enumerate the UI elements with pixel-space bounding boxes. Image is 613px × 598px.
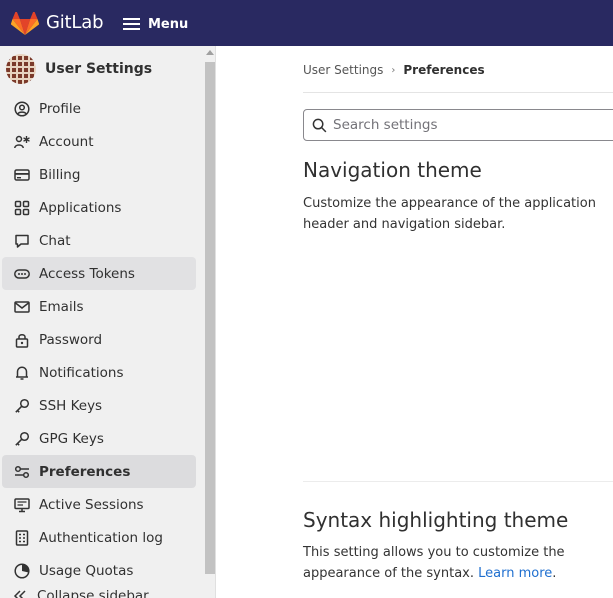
monitor-icon [14,497,30,513]
sidebar-item-gpg-keys[interactable]: GPG Keys [2,422,196,455]
sidebar-item-label: Chat [39,232,71,249]
sidebar-scrollbar[interactable] [203,46,215,578]
sidebar-item-label: Notifications [39,364,124,381]
breadcrumb-preferences[interactable]: Preferences [403,63,484,77]
sidebar-item-applications[interactable]: Applications [2,191,196,224]
sidebar-item-access-tokens[interactable]: Access Tokens [2,257,196,290]
sidebar-item-label: Emails [39,298,84,315]
sidebar-item-label: Preferences [39,463,131,480]
sidebar-item-authentication-log[interactable]: Authentication log [2,521,196,554]
sidebar-title: User Settings [45,61,153,77]
preferences-icon [14,464,30,480]
sidebar-item-label: GPG Keys [39,430,104,447]
sidebar-item-emails[interactable]: Emails [2,290,196,323]
lock-icon [14,332,30,348]
sidebar-item-password[interactable]: Password [2,323,196,356]
chevron-right-icon: › [391,64,396,76]
menu-button[interactable]: Menu [123,13,188,35]
sidebar-item-notifications[interactable]: Notifications [2,356,196,389]
avatar [6,54,36,84]
learn-more-link[interactable]: Learn more [478,566,552,581]
sidebar-item-label: Active Sessions [39,496,144,513]
divider [303,481,613,482]
hamburger-icon [123,18,140,30]
navigation-theme-description: Customize the appearance of the applicat… [303,196,596,232]
sidebar-item-label: Access Tokens [39,265,135,282]
syntax-theme-description: This setting allows you to customize the… [303,542,573,584]
key-icon [14,398,30,414]
sidebar-item-profile[interactable]: Profile [2,92,196,125]
profile-icon [14,100,30,117]
collapse-sidebar-button[interactable]: Collapse sidebar [0,586,200,598]
sidebar-item-ssh-keys[interactable]: SSH Keys [2,389,196,422]
sidebar-item-label: Usage Quotas [39,562,134,579]
syntax-theme-heading: Syntax highlighting theme [303,508,569,532]
sidebar-item-label: Password [39,331,103,348]
sidebar-header[interactable]: User Settings [6,54,152,84]
sidebar-item-chat[interactable]: Chat [2,224,196,257]
menu-label: Menu [148,16,189,32]
sidebar-item-label: SSH Keys [39,397,103,414]
brand-name[interactable]: GitLab [46,12,103,33]
scrollbar-thumb[interactable] [205,62,215,574]
key-icon [14,431,30,447]
breadcrumb: User Settings › Preferences [303,63,485,77]
sidebar-item-label: Applications [39,199,122,216]
chat-icon [14,233,30,249]
navigation-theme-heading: Navigation theme [303,158,482,182]
learn-more-suffix: . [552,566,557,581]
search-input[interactable] [333,117,593,133]
log-icon [14,529,30,546]
billing-icon [14,167,30,183]
quota-icon [14,562,30,579]
search-icon [312,118,327,132]
sidebar-item-label: Account [39,133,94,150]
sidebar-item-active-sessions[interactable]: Active Sessions [2,488,196,521]
mail-icon [14,299,30,315]
divider [303,92,613,93]
scroll-up-icon[interactable] [206,50,214,55]
sidebar-item-label: Authentication log [39,529,163,546]
sidebar-item-usage-quotas[interactable]: Usage Quotas [2,554,196,587]
sidebar-item-label: Billing [39,166,81,183]
account-icon [14,134,30,150]
sidebar-item-billing[interactable]: Billing [2,158,196,191]
settings-sidebar: User Settings Profile Account Billing Ap… [0,46,216,598]
token-icon [14,266,30,282]
bell-icon [14,365,30,381]
applications-icon [14,200,30,216]
top-navbar: GitLab Menu [0,0,613,46]
collapse-sidebar-label: Collapse sidebar [37,588,149,598]
double-chevron-left-icon [12,588,28,598]
main-content: User Settings › Preferences Navigation t… [217,46,613,598]
breadcrumb-user-settings[interactable]: User Settings [303,63,383,77]
sidebar-nav: Profile Account Billing Applications Cha… [0,92,200,587]
search-settings-field[interactable] [303,109,613,141]
sidebar-item-preferences[interactable]: Preferences [2,455,196,488]
sidebar-item-account[interactable]: Account [2,125,196,158]
sidebar-item-label: Profile [39,100,81,117]
gitlab-logo-icon[interactable] [10,11,40,36]
